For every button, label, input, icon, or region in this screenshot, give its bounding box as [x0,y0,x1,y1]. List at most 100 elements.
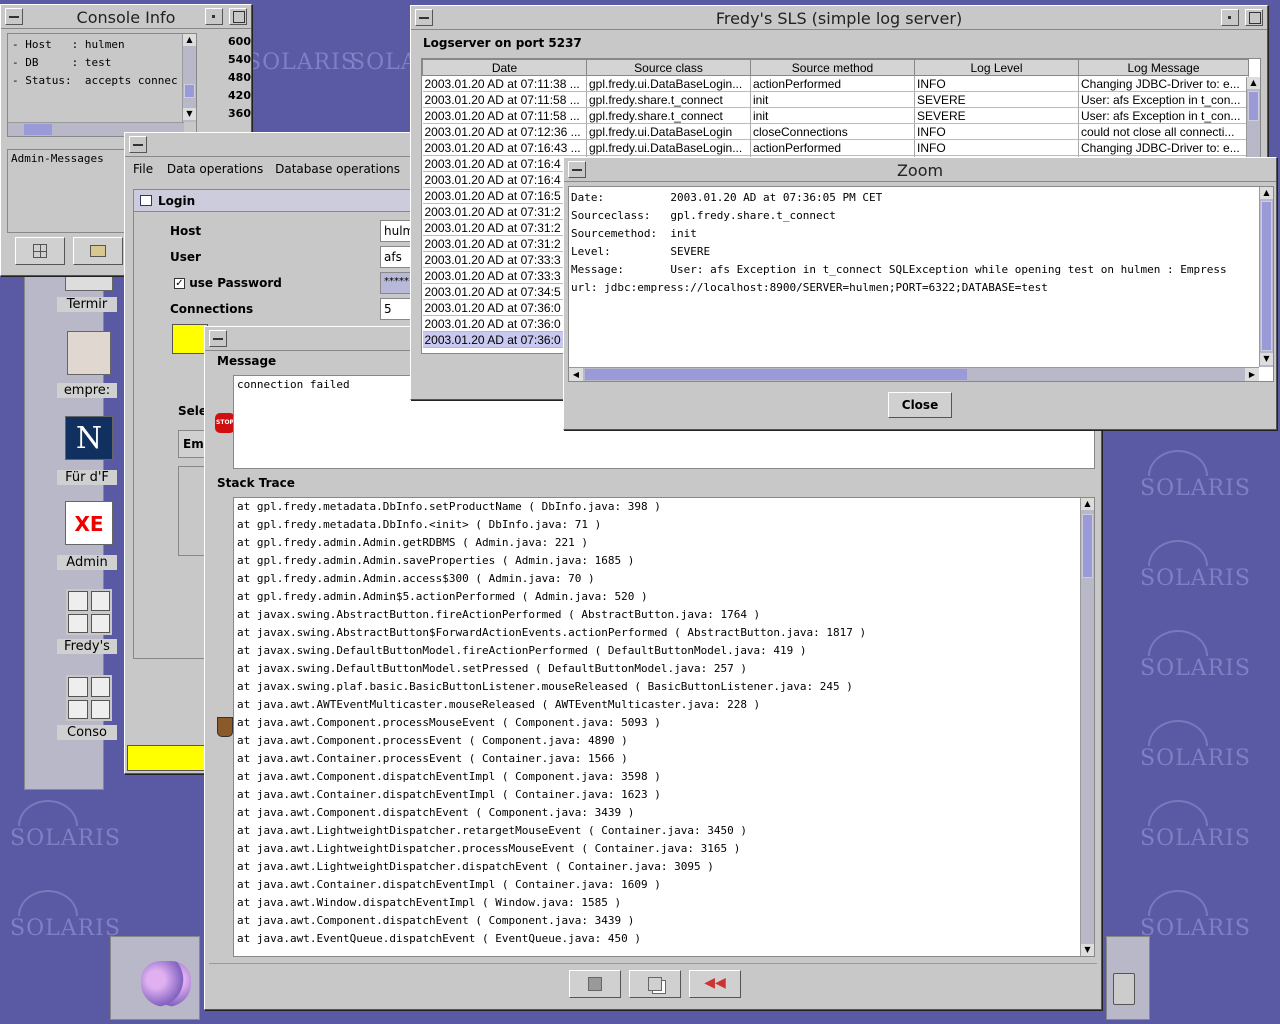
close-button[interactable]: Close [888,392,952,418]
table-cell: User: afs Exception in t_con... [1078,91,1249,108]
table-cell: 2003.01.20 AD at 07:11:58 ... [422,91,587,108]
console-info-titlebar[interactable]: Console Info [1,5,251,29]
stack-trace-line: at java.awt.LightweightDispatcher.proces… [237,842,741,855]
column-header-log-message[interactable]: Log Message [1078,59,1249,76]
table-view-button[interactable] [15,237,65,265]
stack-trace-lines: at gpl.fredy.metadata.DbInfo.setProductN… [234,498,1094,948]
vertical-scrollbar[interactable]: ▲ ▼ [1259,187,1273,367]
axis-tick: 360 [228,107,251,120]
xe-document-icon: XE [65,501,113,545]
zoom-detail-line: Message: User: afs Exception in t_connec… [571,263,1227,276]
column-header-date[interactable]: Date [422,59,587,76]
zoom-detail-line: Sourcemethod: init [571,227,697,240]
minimize-button[interactable] [205,8,223,25]
folder-icon [90,245,106,257]
launcher-label: Fredy's [57,639,117,654]
rewind-icon: ◀◀ [704,975,726,991]
table-cell: actionPerformed [750,75,915,92]
solaris-logo: SOLARIS [1140,540,1251,591]
table-cell: gpl.fredy.ui.DataBaseLogin... [586,139,751,156]
butterfly-icon[interactable] [141,961,191,1007]
table-cell: 2003.01.20 AD at 07:31:2 [422,203,587,220]
table-row[interactable]: 2003.01.20 AD at 07:12:36 ... gpl.fredy.u… [422,123,1249,140]
launcher-item-admin[interactable]: XE Admin [57,501,117,570]
stack-trace-line: at javax.swing.AbstractButton$ForwardAct… [237,626,867,639]
zoom-detail-line: Level: SEVERE [571,245,711,258]
menu-file[interactable]: File [125,159,161,179]
launcher-label: Conso [57,725,117,740]
stack-trace-line: at javax.swing.plaf.basic.BasicButtonLis… [237,680,853,693]
axis-tick: 480 [228,71,251,84]
connections-label: Connections [170,302,254,316]
zoom-detail-line: Date: 2003.01.20 AD at 07:36:05 PM CET [571,191,883,204]
stack-trace-line: at gpl.fredy.metadata.DbInfo.<init> ( Db… [237,518,602,531]
copy-button[interactable] [629,970,681,998]
table-row[interactable]: 2003.01.20 AD at 07:11:58 ... gpl.fredy.s… [422,91,1249,108]
axis-tick: 540 [228,53,251,66]
stack-trace-line: at java.awt.EventQueue.dispatchEvent ( E… [237,932,641,945]
stack-trace-area[interactable]: at gpl.fredy.metadata.DbInfo.setProductN… [233,497,1095,957]
back-button[interactable]: ◀◀ [689,970,741,998]
horizontal-scrollbar[interactable]: ◀ ▶ [569,367,1259,381]
stack-trace-line: at java.awt.LightweightDispatcher.retarg… [237,824,747,837]
column-header-source-method[interactable]: Source method [750,59,915,76]
host-label: Host [170,224,202,238]
table-row[interactable]: 2003.01.20 AD at 07:16:43 ... gpl.fredy.u… [422,139,1249,156]
stack-trace-line: at javax.swing.AbstractButton.fireAction… [237,608,761,621]
table-cell: 2003.01.20 AD at 07:36:0 [422,331,587,348]
column-header-source-class[interactable]: Source class [586,59,751,76]
save-button[interactable] [569,970,621,998]
open-folder-button[interactable] [73,237,123,265]
table-row[interactable]: 2003.01.20 AD at 07:11:58 ... gpl.fredy.s… [422,107,1249,124]
table-cell: 2003.01.20 AD at 07:12:36 ... [422,123,587,140]
table-cell: 2003.01.20 AD at 07:16:5 [422,187,587,204]
table-cell: gpl.fredy.ui.DataBaseLogin... [586,75,751,92]
vertical-scrollbar[interactable]: ▲ ▼ [1080,498,1094,956]
table-cell: 2003.01.20 AD at 07:36:0 [422,299,587,316]
chart-axis: 600 540 480 420 360 [223,33,251,123]
column-header-log-level[interactable]: Log Level [914,59,1079,76]
stack-trace-line: at java.awt.Component.processMouseEvent … [237,716,661,729]
menubar: File Data operations Database operations… [125,159,423,181]
minimize-button[interactable] [1221,9,1239,26]
launcher-label: empre: [57,383,117,398]
checkbox-checked-icon: ✓ [174,278,185,289]
login-frame-titlebar[interactable]: Login [134,190,422,212]
launcher-item-netscape[interactable]: N Für d'F [57,416,117,485]
maximize-button[interactable] [229,8,247,25]
table-row[interactable]: 2003.01.20 AD at 07:11:38 ... gpl.fredy.u… [422,75,1249,92]
table-cell: 2003.01.20 AD at 07:31:2 [422,235,587,252]
table-cell: User: afs Exception in t_con... [1078,107,1249,124]
admin-titlebar[interactable] [125,133,423,157]
zoom-detail-lines: Date: 2003.01.20 AD at 07:36:05 PM CET So… [569,187,1273,299]
table-cell: gpl.fredy.share.t_connect [586,91,751,108]
menu-data-operations[interactable]: Data operations [165,159,265,179]
launcher-item-empress[interactable]: empre: [57,331,117,398]
trash-icon[interactable] [1113,973,1135,1005]
grid-window-icon [66,675,112,721]
stack-trace-line: at java.awt.LightweightDispatcher.dispat… [237,860,714,873]
sls-titlebar[interactable]: Fredy's SLS (simple log server) [411,6,1267,30]
vertical-scrollbar[interactable]: ▲ ▼ [182,34,196,122]
maximize-button[interactable] [1245,9,1263,26]
table-cell: INFO [914,75,1079,92]
table-cell: actionPerformed [750,139,915,156]
zoom-detail-area[interactable]: Date: 2003.01.20 AD at 07:36:05 PM CET So… [568,186,1274,382]
table-cell: Changing JDBC-Driver to: e... [1078,139,1249,156]
table-cell: could not close all connecti... [1078,123,1249,140]
cabinet-icon [67,331,111,375]
zoom-detail-line: url: jdbc:empress://localhost:8900/SERVE… [571,281,1048,294]
table-cell: 2003.01.20 AD at 07:33:3 [422,251,587,268]
menu-database-operations[interactable]: Database operations [269,159,406,179]
select-label: Sele [178,404,208,418]
launcher-item-fredys[interactable]: Fredy's [57,589,117,654]
window-menu-button[interactable] [209,330,227,347]
solaris-logo: SOLARIS [1140,630,1251,681]
desktop-panel [110,936,200,1020]
zoom-titlebar[interactable]: Zoom [564,158,1276,182]
launcher-item-console[interactable]: Conso [57,675,117,740]
use-password-checkbox[interactable]: ✓ use Password [174,276,282,290]
window-menu-button[interactable] [129,136,147,153]
db-line: - DB : test [12,56,112,69]
table-cell: 2003.01.20 AD at 07:36:0 [422,315,587,332]
